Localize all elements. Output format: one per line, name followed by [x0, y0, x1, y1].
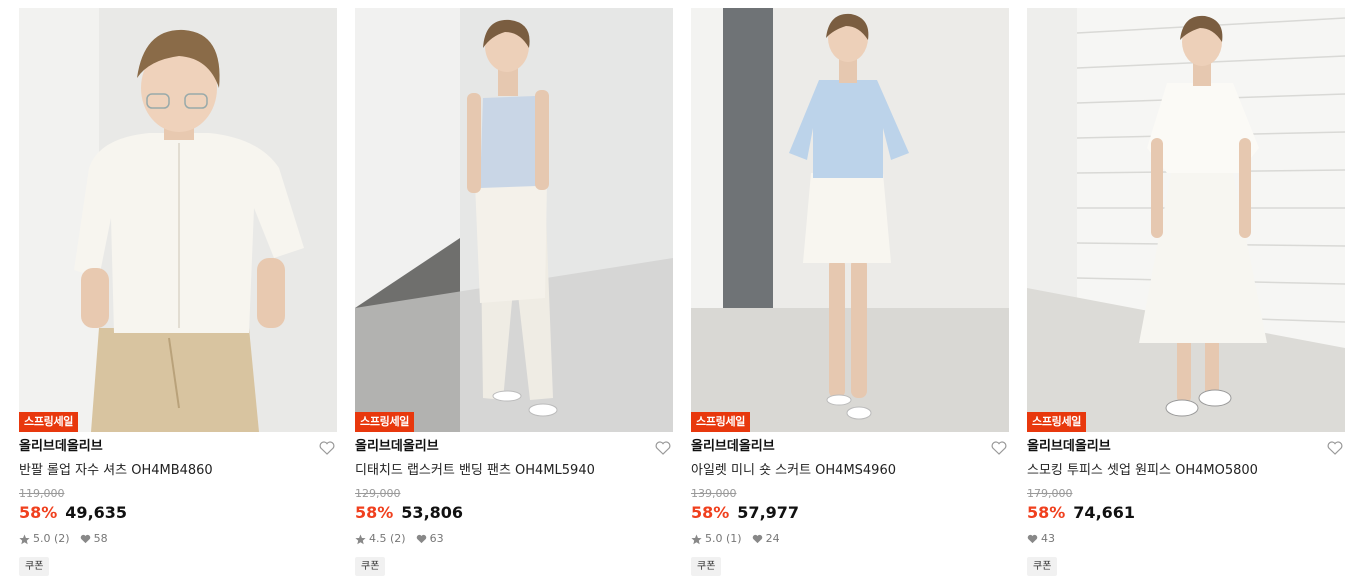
star-icon — [355, 534, 366, 544]
discount-rate: 58% — [1027, 503, 1066, 522]
product-name[interactable]: 스모킹 투피스 셋업 원피스 OH4MO5800 — [1027, 462, 1345, 479]
heart-small-icon — [1027, 534, 1038, 544]
original-price: 179,000 — [1027, 487, 1073, 500]
brand-name[interactable]: 올리브데올리브 — [355, 438, 673, 455]
heart-small-icon — [752, 534, 762, 544]
likes: 24 — [752, 532, 780, 546]
discount-rate: 58% — [691, 503, 730, 522]
likes: 43 — [1027, 532, 1055, 546]
product-image[interactable]: 스프링세일 — [355, 8, 673, 432]
original-price: 119,000 — [19, 487, 65, 500]
heart-icon[interactable] — [991, 440, 1007, 455]
star-icon — [691, 534, 702, 544]
original-price: 139,000 — [691, 487, 737, 500]
sale-badge: 스프링세일 — [355, 412, 415, 432]
rating-value: 5.0 (1) — [705, 532, 742, 545]
rating: 4.5 (2) — [355, 532, 406, 546]
likes-count: 24 — [765, 532, 780, 545]
sale-price: 57,977 — [737, 503, 800, 522]
product-image[interactable]: 스프링세일 — [691, 8, 1009, 432]
heart-icon[interactable] — [319, 440, 335, 455]
heart-small-icon — [416, 534, 426, 544]
rating-value: 5.0 (2) — [33, 532, 70, 545]
brand-name[interactable]: 올리브데올리브 — [691, 438, 1009, 455]
product-name[interactable]: 아일렛 미니 숏 스커트 OH4MS4960 — [691, 462, 1009, 479]
discount-rate: 58% — [19, 503, 58, 522]
sale-badge: 스프링세일 — [19, 412, 79, 432]
sale-price: 53,806 — [401, 503, 464, 522]
heart-small-icon — [80, 534, 90, 544]
coupon-tag: 쿠폰 — [355, 557, 386, 576]
product-card[interactable]: 스프링세일 올리브데올리브 스모킹 투피스 셋업 원피스 OH4MO5800 1… — [1027, 8, 1345, 576]
sale-price: 74,661 — [1073, 503, 1136, 522]
star-icon — [19, 534, 30, 544]
product-image[interactable]: 스프링세일 — [1027, 8, 1345, 432]
sale-price: 49,635 — [65, 503, 128, 522]
likes-count: 43 — [1041, 532, 1055, 545]
rating: 5.0 (1) — [691, 532, 742, 546]
sale-badge: 스프링세일 — [691, 412, 751, 432]
product-card[interactable]: 스프링세일 올리브데올리브 디태치드 랩스커트 밴딩 팬츠 OH4ML5940 … — [355, 8, 673, 576]
likes: 63 — [416, 532, 444, 546]
product-grid: 스프링세일 올리브데올리브 반팔 롤업 자수 셔츠 OH4MB4860 119,… — [19, 8, 1345, 576]
coupon-tag: 쿠폰 — [691, 557, 722, 576]
coupon-tag: 쿠폰 — [19, 557, 50, 576]
rating: 5.0 (2) — [19, 532, 70, 546]
original-price: 129,000 — [355, 487, 401, 500]
heart-icon[interactable] — [1327, 440, 1343, 455]
discount-rate: 58% — [355, 503, 394, 522]
likes-count: 58 — [93, 532, 108, 545]
coupon-tag: 쿠폰 — [1027, 557, 1058, 576]
brand-name[interactable]: 올리브데올리브 — [19, 438, 337, 455]
brand-name[interactable]: 올리브데올리브 — [1027, 438, 1345, 455]
rating-value: 4.5 (2) — [369, 532, 406, 545]
heart-icon[interactable] — [655, 440, 671, 455]
product-card[interactable]: 스프링세일 올리브데올리브 아일렛 미니 숏 스커트 OH4MS4960 139… — [691, 8, 1009, 576]
product-name[interactable]: 반팔 롤업 자수 셔츠 OH4MB4860 — [19, 462, 337, 479]
product-card[interactable]: 스프링세일 올리브데올리브 반팔 롤업 자수 셔츠 OH4MB4860 119,… — [19, 8, 337, 576]
product-name[interactable]: 디태치드 랩스커트 밴딩 팬츠 OH4ML5940 — [355, 462, 673, 479]
product-image[interactable]: 스프링세일 — [19, 8, 337, 432]
likes-count: 63 — [429, 532, 444, 545]
sale-badge: 스프링세일 — [1027, 412, 1087, 432]
likes: 58 — [80, 532, 108, 546]
